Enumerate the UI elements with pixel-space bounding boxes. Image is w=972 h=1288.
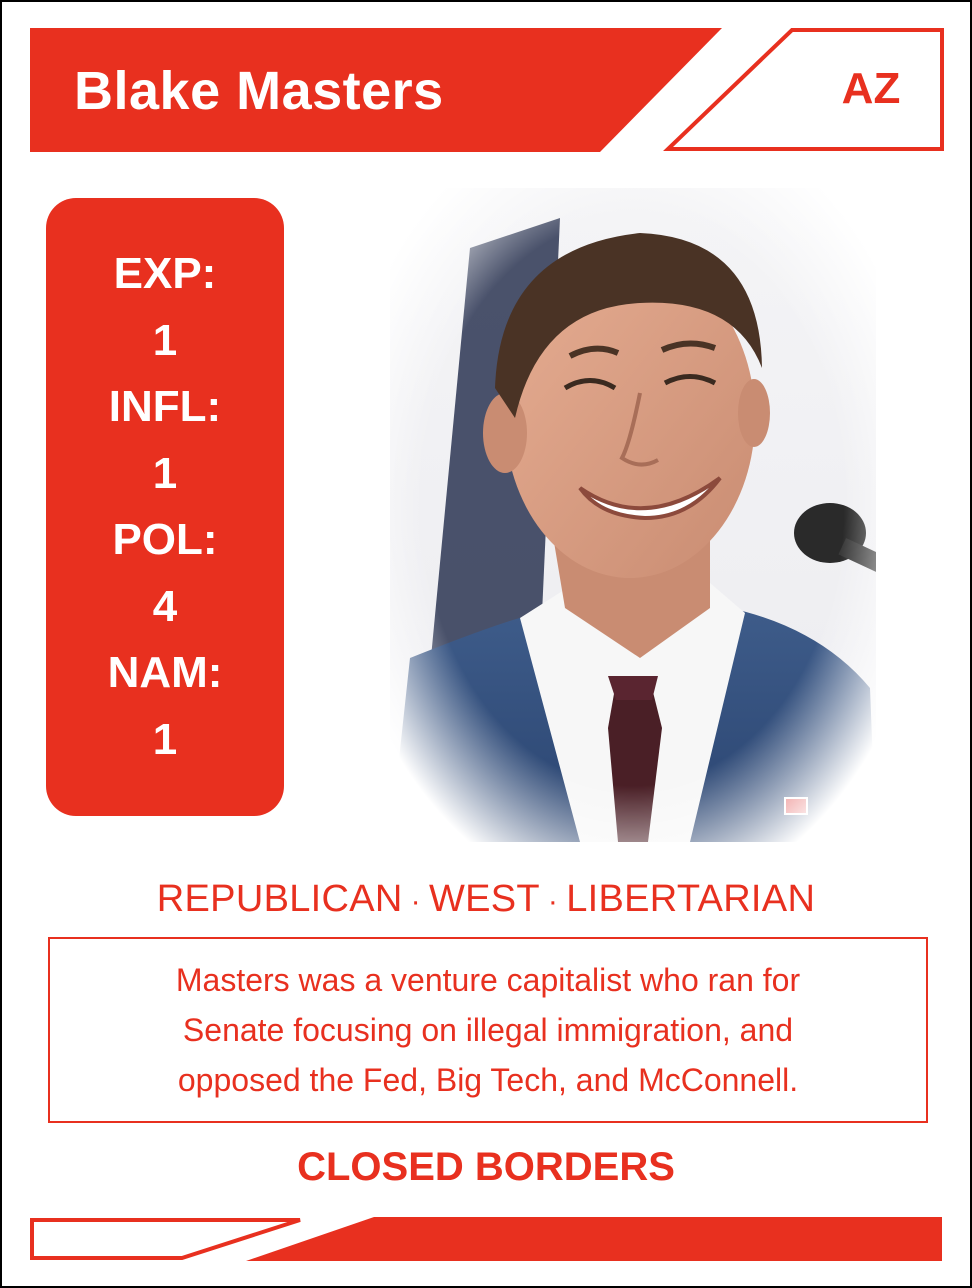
exp-label: EXP: — [113, 249, 217, 298]
portrait-photo — [390, 188, 876, 842]
state-label: AZ — [841, 64, 901, 113]
stats-panel: EXP: 1 INFL: 1 POL: 4 NAM: 1 — [46, 198, 284, 816]
description-line: Senate focusing on illegal immigration, … — [182, 1012, 794, 1048]
infl-label: INFL: — [108, 382, 222, 431]
infl-value: 1 — [152, 448, 178, 498]
nam-label: NAM: — [107, 648, 223, 697]
politician-card: Blake Masters AZ EXP: 1 INFL: 1 POL: 4 N… — [0, 0, 972, 1288]
tag-separator: · — [410, 885, 421, 918]
region-tag: WEST — [428, 878, 540, 920]
bottom-bar-left-outline — [30, 1218, 301, 1260]
card-name: Blake Masters — [74, 61, 444, 121]
affiliation-tags: REPUBLICAN · WEST · LIBERTARIAN — [2, 878, 970, 921]
party-tag: REPUBLICAN — [156, 878, 403, 920]
ability-title: CLOSED BORDERS — [297, 1145, 675, 1189]
pol-label: POL: — [112, 515, 218, 564]
bottom-bar-right — [246, 1217, 942, 1261]
tag-separator: · — [547, 885, 559, 918]
pol-value: 4 — [152, 581, 178, 631]
description-line: opposed the Fed, Big Tech, and McConnell… — [177, 1062, 799, 1098]
ideology-tag: LIBERTARIAN — [566, 878, 816, 920]
nam-value: 1 — [152, 714, 178, 764]
exp-value: 1 — [152, 315, 178, 365]
description-box: Masters was a venture capitalist who ran… — [48, 937, 928, 1123]
description-line: Masters was a venture capitalist who ran… — [175, 962, 801, 998]
